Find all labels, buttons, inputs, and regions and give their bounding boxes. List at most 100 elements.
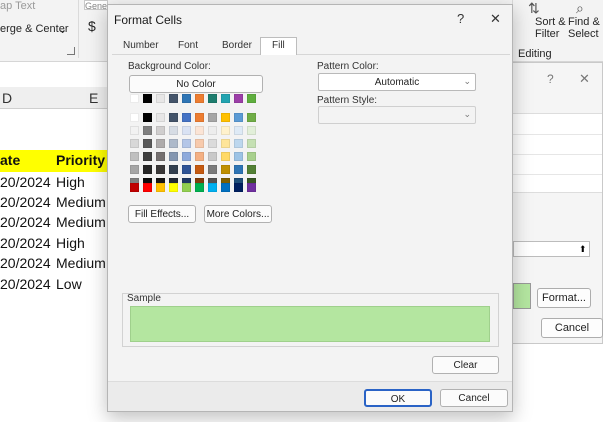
- tab-border[interactable]: Border: [222, 40, 252, 51]
- theme-color-swatch[interactable]: [130, 152, 139, 161]
- theme-color-swatch[interactable]: [234, 113, 243, 122]
- theme-color-swatch[interactable]: [195, 126, 204, 135]
- theme-color-swatch[interactable]: [143, 152, 152, 161]
- standard-color-swatch[interactable]: [208, 183, 217, 192]
- merge-dropdown-icon[interactable]: ⌄: [58, 23, 67, 36]
- theme-color-swatch[interactable]: [234, 165, 243, 174]
- tab-fill[interactable]: Fill: [260, 37, 297, 55]
- theme-color-swatch[interactable]: [208, 126, 217, 135]
- find-select-label[interactable]: Find &: [568, 16, 600, 28]
- theme-color-swatch[interactable]: [130, 139, 139, 148]
- pattern-style-select[interactable]: ⌄: [318, 106, 476, 124]
- theme-color-swatch[interactable]: [130, 126, 139, 135]
- theme-color-swatch[interactable]: [247, 165, 256, 174]
- theme-color-swatch[interactable]: [156, 139, 165, 148]
- date-cell[interactable]: 20/2024: [0, 214, 51, 230]
- theme-color-swatch[interactable]: [234, 126, 243, 135]
- priority-cell[interactable]: Medium: [56, 214, 106, 230]
- standard-color-swatch[interactable]: [130, 183, 139, 192]
- theme-color-swatch[interactable]: [221, 113, 230, 122]
- theme-color-swatch[interactable]: [182, 139, 191, 148]
- theme-color-swatch[interactable]: [195, 113, 204, 122]
- priority-cell[interactable]: Medium: [56, 255, 106, 271]
- theme-color-swatch[interactable]: [195, 152, 204, 161]
- theme-color-swatch[interactable]: [182, 152, 191, 161]
- theme-color-swatch[interactable]: [182, 94, 191, 103]
- theme-color-swatch[interactable]: [195, 165, 204, 174]
- theme-color-swatch[interactable]: [182, 165, 191, 174]
- theme-color-swatch[interactable]: [169, 126, 178, 135]
- theme-color-swatch[interactable]: [130, 113, 139, 122]
- theme-color-swatch[interactable]: [143, 139, 152, 148]
- range-input[interactable]: ⬆: [513, 241, 590, 257]
- cancel-button[interactable]: Cancel: [541, 318, 603, 338]
- theme-color-swatch[interactable]: [143, 94, 152, 103]
- priority-cell[interactable]: High: [56, 235, 85, 251]
- theme-color-swatch[interactable]: [208, 113, 217, 122]
- theme-color-swatch[interactable]: [130, 165, 139, 174]
- standard-color-swatch[interactable]: [221, 183, 230, 192]
- standard-color-swatch[interactable]: [182, 183, 191, 192]
- theme-color-swatch[interactable]: [182, 113, 191, 122]
- theme-color-swatch[interactable]: [234, 139, 243, 148]
- theme-color-swatch[interactable]: [143, 126, 152, 135]
- close-icon[interactable]: ✕: [579, 71, 590, 87]
- date-cell[interactable]: 20/2024: [0, 255, 51, 271]
- tab-font[interactable]: Font: [178, 40, 198, 51]
- find-select-icon[interactable]: ⌕: [576, 0, 584, 17]
- theme-color-swatch[interactable]: [195, 139, 204, 148]
- no-color-button[interactable]: No Color: [129, 75, 263, 93]
- theme-color-swatch[interactable]: [247, 152, 256, 161]
- cancel-button[interactable]: Cancel: [440, 389, 508, 407]
- theme-color-swatch[interactable]: [169, 139, 178, 148]
- help-icon[interactable]: ?: [547, 72, 554, 86]
- theme-color-swatch[interactable]: [247, 126, 256, 135]
- theme-color-swatch[interactable]: [195, 94, 204, 103]
- format-button[interactable]: Format...: [537, 288, 591, 308]
- collapse-arrow-icon[interactable]: ⬆: [579, 244, 587, 255]
- theme-color-swatch[interactable]: [156, 165, 165, 174]
- standard-color-swatch[interactable]: [143, 183, 152, 192]
- standard-color-swatch[interactable]: [156, 183, 165, 192]
- standard-color-swatch[interactable]: [234, 183, 243, 192]
- theme-color-swatch[interactable]: [247, 139, 256, 148]
- theme-color-swatch[interactable]: [182, 126, 191, 135]
- theme-color-swatch[interactable]: [156, 94, 165, 103]
- theme-color-swatch[interactable]: [169, 152, 178, 161]
- theme-color-swatch[interactable]: [208, 94, 217, 103]
- theme-color-swatch[interactable]: [221, 165, 230, 174]
- theme-color-swatch[interactable]: [234, 152, 243, 161]
- theme-color-swatch[interactable]: [208, 139, 217, 148]
- theme-color-swatch[interactable]: [156, 152, 165, 161]
- theme-color-swatch[interactable]: [143, 165, 152, 174]
- date-cell[interactable]: 20/2024: [0, 174, 51, 190]
- theme-color-swatch[interactable]: [221, 126, 230, 135]
- date-cell[interactable]: 20/2024: [0, 235, 51, 251]
- theme-color-swatch[interactable]: [169, 94, 178, 103]
- theme-color-swatch[interactable]: [169, 113, 178, 122]
- rule-list[interactable]: [513, 113, 602, 193]
- theme-color-swatch[interactable]: [130, 94, 139, 103]
- clear-button[interactable]: Clear: [432, 356, 499, 374]
- theme-color-swatch[interactable]: [221, 152, 230, 161]
- alignment-launcher-icon[interactable]: [67, 47, 75, 55]
- find-select-label-2[interactable]: Select: [568, 28, 599, 40]
- number-format-select[interactable]: General: [84, 0, 108, 10]
- theme-color-swatch[interactable]: [143, 113, 152, 122]
- ok-button[interactable]: OK: [364, 389, 432, 407]
- currency-format-button[interactable]: $: [88, 18, 96, 34]
- sort-filter-icon[interactable]: ⇅: [528, 0, 540, 17]
- close-icon[interactable]: ✕: [490, 11, 501, 27]
- header-date-cell[interactable]: ate: [0, 152, 20, 168]
- theme-color-swatch[interactable]: [156, 126, 165, 135]
- standard-color-swatch[interactable]: [169, 183, 178, 192]
- standard-color-swatch[interactable]: [195, 183, 204, 192]
- tab-number[interactable]: Number: [123, 40, 159, 51]
- theme-color-swatch[interactable]: [221, 139, 230, 148]
- priority-cell[interactable]: High: [56, 174, 85, 190]
- date-cell[interactable]: 20/2024: [0, 194, 51, 210]
- wrap-text-button[interactable]: ap Text: [0, 0, 35, 12]
- theme-color-swatch[interactable]: [169, 165, 178, 174]
- sort-filter-label-2[interactable]: Filter: [535, 28, 559, 40]
- standard-color-swatch[interactable]: [247, 183, 256, 192]
